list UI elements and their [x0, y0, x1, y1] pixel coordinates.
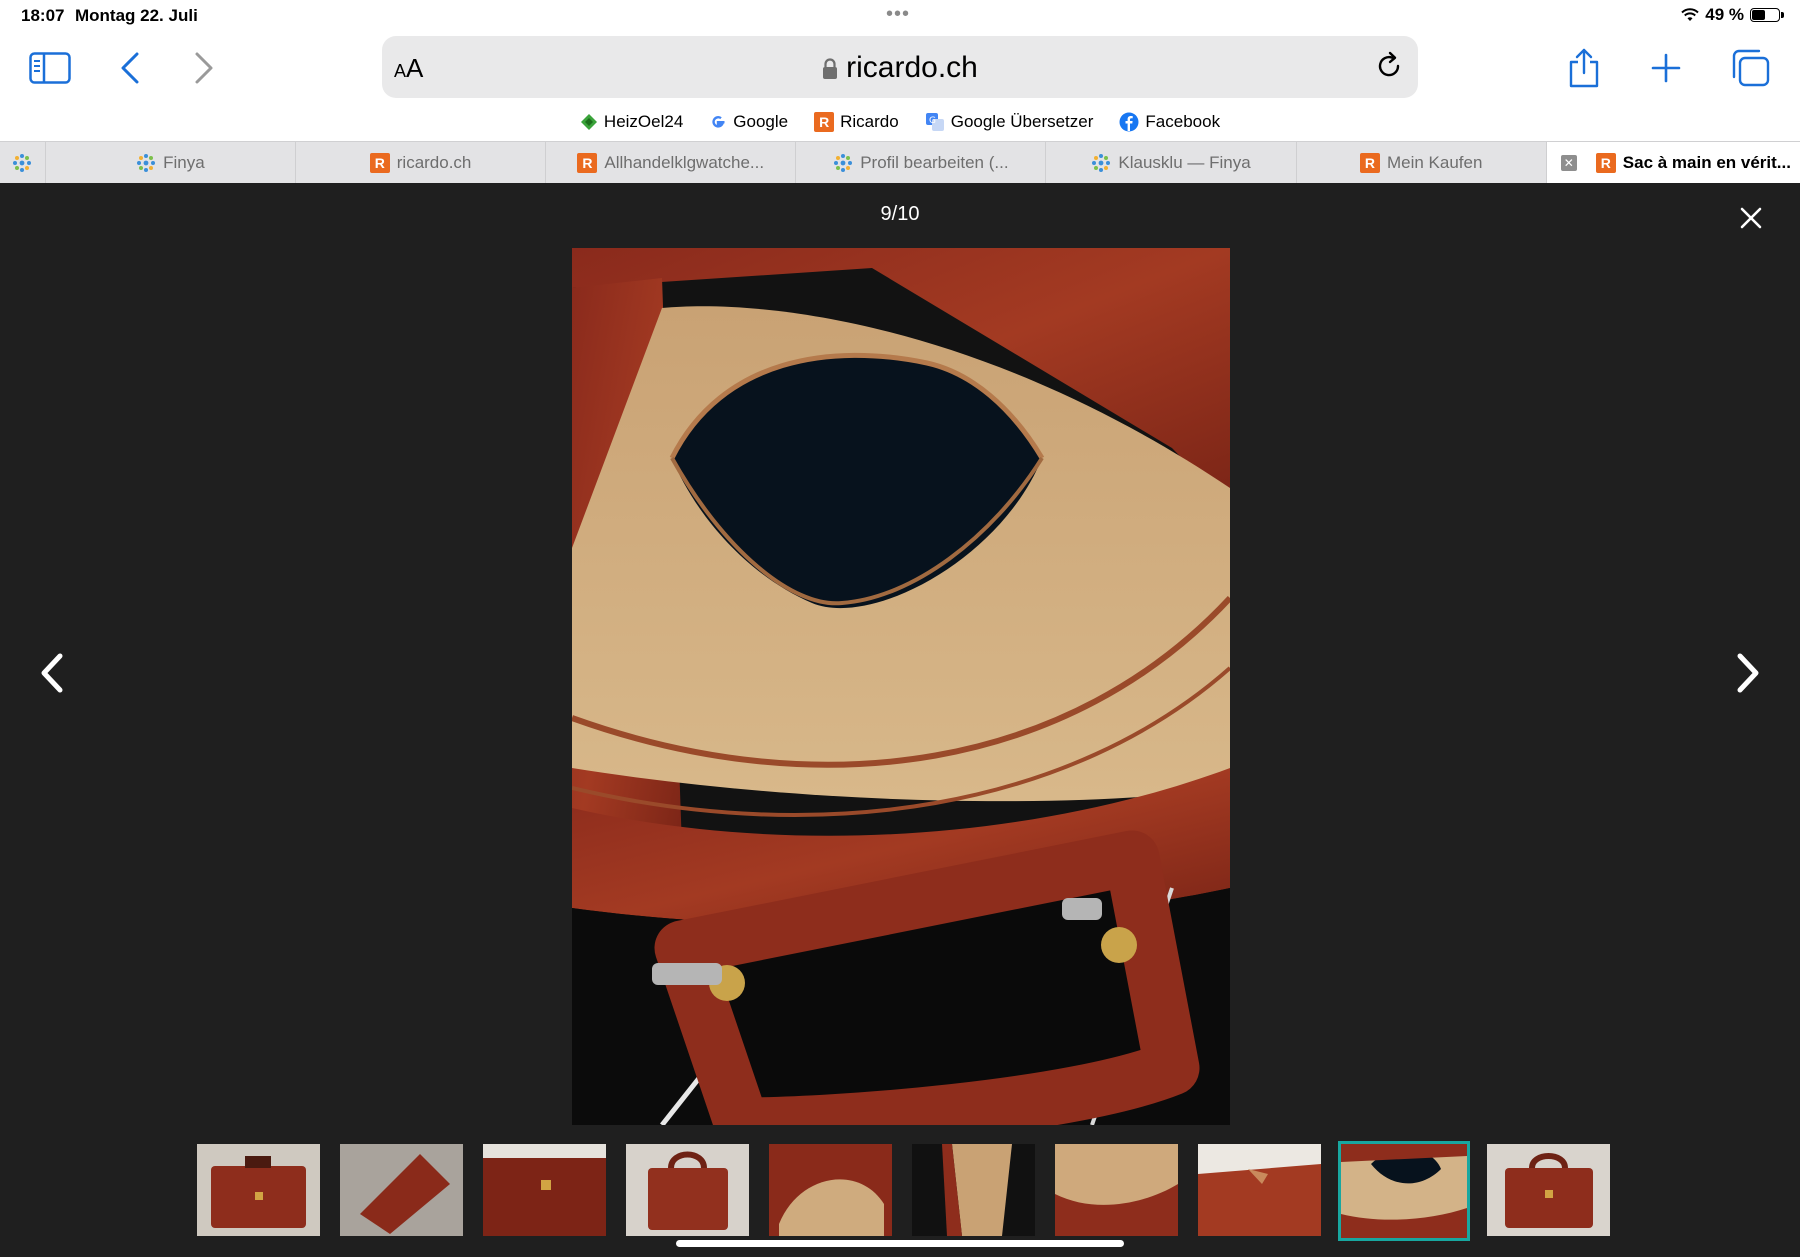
ricardo-icon: R — [577, 152, 598, 173]
tab-ricardo[interactable]: R ricardo.ch — [296, 142, 547, 183]
status-bar: 18:07 Montag 22. Juli ••• 49 % — [0, 0, 1800, 30]
tab-label: ricardo.ch — [396, 152, 472, 172]
tab-allhandel[interactable]: R Allhandelklgwatche... — [546, 142, 797, 183]
image-counter: 9/10 — [880, 203, 920, 225]
tabs-icon — [1732, 49, 1770, 87]
battery-fill — [1752, 10, 1765, 20]
thumbnail-strip — [197, 1141, 1610, 1241]
thumbnail-2[interactable] — [340, 1144, 463, 1236]
ricardo-icon: R — [814, 112, 835, 132]
wifi-icon — [1681, 8, 1699, 21]
tab-label: Sac à main en vérit... — [1622, 152, 1791, 172]
tab-bar: Finya R ricardo.ch R Allhandelklgwatche.… — [0, 141, 1800, 183]
bookmark-label: Ricardo — [840, 112, 899, 131]
tab-mein-kaufen[interactable]: R Mein Kaufen — [1297, 142, 1547, 183]
thumbnail-6[interactable] — [912, 1144, 1035, 1236]
thumbnail-7[interactable] — [1055, 1144, 1178, 1236]
main-product-image — [572, 248, 1230, 1125]
battery-percent: 49 % — [1705, 5, 1744, 24]
bookmark-facebook[interactable]: Facebook — [1119, 110, 1220, 134]
pinned-tab-finya[interactable] — [0, 142, 46, 183]
sidebar-icon — [29, 52, 71, 84]
tab-profil-bearbeiten[interactable]: Profil bearbeiten (... — [796, 142, 1047, 183]
previous-image-button[interactable] — [22, 643, 82, 703]
url-domain: ricardo.ch — [846, 51, 978, 84]
back-button[interactable] — [106, 44, 154, 92]
facebook-icon — [1119, 112, 1139, 132]
finya-icon — [1092, 153, 1111, 172]
share-button[interactable] — [1560, 44, 1608, 92]
image-gallery-lightbox: 9/10 — [0, 183, 1800, 1257]
address-bar[interactable]: AA ricardo.ch — [382, 36, 1418, 98]
status-date: Montag 22. Juli — [75, 6, 198, 25]
thumbnail-10[interactable] — [1487, 1144, 1610, 1236]
bookmark-label: Google Übersetzer — [950, 112, 1094, 131]
multitasking-dots-icon[interactable]: ••• — [886, 4, 910, 24]
next-image-button[interactable] — [1718, 643, 1778, 703]
finya-icon — [834, 153, 853, 172]
tab-label: Profil bearbeiten (... — [860, 152, 1009, 172]
battery-icon — [1750, 8, 1784, 22]
browser-chrome: 18:07 Montag 22. Juli ••• 49 % AA ricard… — [0, 0, 1800, 183]
tab-overview-button[interactable] — [1726, 44, 1774, 92]
bookmark-heizoel24[interactable]: HeizOel24 — [580, 110, 683, 134]
finya-icon — [13, 153, 32, 172]
google-translate-icon: G — [925, 113, 944, 131]
home-indicator[interactable] — [676, 1240, 1124, 1247]
thumbnail-5[interactable] — [769, 1144, 892, 1236]
ricardo-icon: R — [369, 152, 390, 173]
favorites-bar: HeizOel24 Google R Ricardo G Google Über… — [0, 110, 1800, 134]
bookmark-google[interactable]: Google — [709, 110, 788, 134]
close-tab-icon[interactable]: ✕ — [1560, 154, 1577, 171]
url-display[interactable]: ricardo.ch — [382, 51, 1418, 85]
bookmark-google-translate[interactable]: G Google Übersetzer — [925, 110, 1094, 134]
tab-label: Finya — [163, 152, 205, 172]
thumbnail-9-active[interactable] — [1338, 1141, 1470, 1241]
svg-text:G: G — [929, 116, 936, 126]
tab-label: Allhandelklgwatche... — [604, 152, 765, 172]
bookmark-label: Facebook — [1145, 112, 1221, 131]
forward-button[interactable] — [180, 44, 228, 92]
finya-icon — [137, 153, 156, 172]
thumbnail-4[interactable] — [626, 1144, 749, 1236]
thumbnail-1[interactable] — [197, 1144, 320, 1236]
lock-icon — [823, 58, 838, 80]
reload-icon[interactable] — [1372, 49, 1406, 83]
tab-finya[interactable]: Finya — [46, 142, 296, 183]
new-tab-button[interactable] — [1642, 44, 1690, 92]
ricardo-icon: R — [1359, 152, 1380, 173]
chevron-right-icon — [1737, 653, 1759, 693]
google-icon — [712, 116, 725, 128]
ricardo-icon: R — [1595, 152, 1616, 173]
bookmark-label: HeizOel24 — [603, 112, 684, 131]
tab-klausklu[interactable]: Klausklu — Finya — [1046, 142, 1297, 183]
plus-icon — [1651, 53, 1681, 83]
chevron-right-icon — [195, 52, 213, 84]
tab-sac-a-main[interactable]: ✕ R Sac à main en vérit... — [1546, 142, 1800, 183]
chevron-left-icon — [121, 52, 139, 84]
status-right: 49 % — [1681, 5, 1784, 25]
sidebar-toggle-button[interactable] — [26, 44, 74, 92]
tab-label: Mein Kaufen — [1386, 152, 1483, 172]
thumbnail-8[interactable] — [1198, 1144, 1321, 1236]
thumbnail-3[interactable] — [483, 1144, 606, 1236]
tab-label: Klausklu — Finya — [1118, 152, 1251, 172]
chevron-left-icon — [41, 653, 63, 693]
bookmark-ricardo[interactable]: R Ricardo — [814, 110, 899, 134]
status-time: 18:07 — [21, 6, 65, 25]
share-icon — [1569, 48, 1599, 88]
heizoel24-icon — [580, 114, 597, 130]
bookmark-label: Google — [733, 112, 789, 131]
close-icon[interactable] — [1738, 205, 1764, 231]
